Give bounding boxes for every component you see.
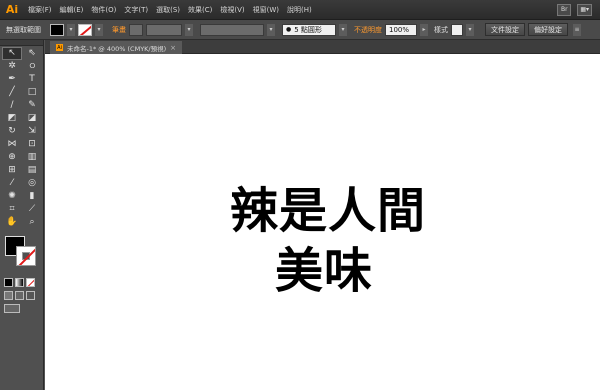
selection-status: 無選取範圍: [6, 25, 41, 34]
pen-tool-icon[interactable]: ✒: [2, 73, 22, 86]
artwork-text-line-1[interactable]: 辣是人間: [230, 187, 426, 235]
menu-file[interactable]: 檔案(F): [24, 5, 56, 15]
menu-help[interactable]: 說明(H): [283, 5, 316, 15]
fill-stroke-widget: [2, 236, 42, 276]
slice-tool-icon[interactable]: ⟋: [22, 203, 42, 216]
screen-mode-row: [0, 302, 43, 315]
brush-dot-icon: ●: [286, 26, 292, 33]
document-tab[interactable]: Ai 未命名-1* @ 400% (CMYK/預視) ×: [50, 41, 183, 54]
control-bar: 無選取範圍 ▾ ▾ 筆畫 ▾ ▾ ● 5 點圓形 ▾ 不透明度 100% ▸ 樣…: [0, 20, 600, 40]
column-graph-icon[interactable]: ▮: [22, 190, 42, 203]
draw-mode-row: [0, 289, 43, 302]
artboard-tool-icon[interactable]: ⌗: [2, 203, 22, 216]
tool-grid: ↖ ⇖ ✲ ഠ ✒ T ╱ □ ∕ ✎ ◩ ◪ ↻ ⇲ ⋈ ⊡ ⊕ ▥ ⊞ ▤ …: [0, 46, 43, 230]
opacity-label[interactable]: 不透明度: [354, 25, 382, 35]
stroke-style-dropdown-icon[interactable]: ▾: [185, 23, 193, 36]
menu-type[interactable]: 文字(T): [120, 5, 152, 15]
document-area: Ai 未命名-1* @ 400% (CMYK/預視) × 辣是人間 美味: [45, 40, 600, 390]
stroke-style-field[interactable]: [146, 23, 182, 36]
color-mode-icon[interactable]: [4, 278, 13, 287]
menu-view[interactable]: 檢視(V): [216, 5, 248, 15]
fill-swatch[interactable]: [50, 23, 64, 36]
direct-selection-tool-icon[interactable]: ⇖: [22, 47, 42, 60]
hand-tool-icon[interactable]: ✋: [2, 216, 22, 229]
opacity-value: 100%: [389, 25, 410, 34]
eyedropper-icon[interactable]: ⁄: [2, 177, 22, 190]
document-tab-title: 未命名-1* @ 400% (CMYK/預視): [67, 44, 167, 53]
variable-width-field[interactable]: [200, 23, 264, 36]
draw-inside-icon[interactable]: [26, 291, 35, 300]
perspective-grid-icon[interactable]: ▥: [22, 151, 42, 164]
stroke-label[interactable]: 筆畫: [112, 25, 126, 35]
stroke-swatch[interactable]: [78, 23, 92, 36]
fill-dropdown-icon[interactable]: ▾: [67, 23, 75, 36]
menu-edit[interactable]: 編輯(E): [56, 5, 88, 15]
rotate-tool-icon[interactable]: ↻: [2, 125, 22, 138]
document-setup-button[interactable]: 文件設定: [485, 23, 525, 36]
scale-tool-icon[interactable]: ⇲: [22, 125, 42, 138]
stroke-weight-field[interactable]: [129, 23, 143, 36]
style-swatch[interactable]: [451, 23, 463, 36]
selection-tool-icon[interactable]: ↖: [2, 47, 22, 60]
artwork-text-line-2[interactable]: 美味: [275, 247, 373, 295]
draw-behind-icon[interactable]: [15, 291, 24, 300]
menu-select[interactable]: 選取(S): [152, 5, 184, 15]
none-mode-icon[interactable]: [26, 278, 35, 287]
arrange-documents-icon[interactable]: ▦▾: [577, 3, 592, 16]
control-menu-icon[interactable]: ≡: [573, 23, 581, 36]
lasso-icon[interactable]: ഠ: [22, 60, 42, 73]
zoom-tool-icon[interactable]: ⌕: [22, 216, 42, 229]
draw-normal-icon[interactable]: [4, 291, 13, 300]
color-mode-row: [0, 276, 43, 289]
bridge-button[interactable]: Br: [557, 3, 572, 16]
variable-width-dropdown-icon[interactable]: ▾: [267, 23, 275, 36]
tools-panel: ↖ ⇖ ✲ ഠ ✒ T ╱ □ ∕ ✎ ◩ ◪ ↻ ⇲ ⋈ ⊡ ⊕ ▥ ⊞ ▤ …: [0, 40, 44, 390]
gradient-tool-icon[interactable]: ▤: [22, 164, 42, 177]
shape-builder-icon[interactable]: ⊕: [2, 151, 22, 164]
preferences-button[interactable]: 偏好設定: [528, 23, 568, 36]
close-icon[interactable]: ×: [170, 44, 176, 52]
pencil-icon[interactable]: ✎: [22, 99, 42, 112]
artboard-canvas[interactable]: 辣是人間 美味: [45, 54, 600, 390]
menu-effect[interactable]: 效果(C): [184, 5, 216, 15]
ai-document-icon: Ai: [56, 44, 63, 51]
style-dropdown-icon[interactable]: ▾: [466, 23, 474, 36]
document-tab-bar: Ai 未命名-1* @ 400% (CMYK/預視) ×: [45, 40, 600, 54]
line-segment-icon[interactable]: ╱: [2, 86, 22, 99]
blob-brush-icon[interactable]: ◩: [2, 112, 22, 125]
menu-bar: Ai 檔案(F) 編輯(E) 物件(O) 文字(T) 選取(S) 效果(C) 檢…: [0, 0, 600, 20]
stroke-dropdown-icon[interactable]: ▾: [95, 23, 103, 36]
menu-window[interactable]: 視窗(W): [249, 5, 283, 15]
mesh-tool-icon[interactable]: ⊞: [2, 164, 22, 177]
type-tool-icon[interactable]: T: [22, 73, 42, 86]
stroke-color-box[interactable]: [16, 246, 36, 266]
style-label: 樣式: [434, 25, 448, 34]
screen-mode-icon[interactable]: [4, 304, 20, 313]
paintbrush-icon[interactable]: ∕: [2, 99, 22, 112]
symbol-sprayer-icon[interactable]: ✺: [2, 190, 22, 203]
gradient-mode-icon[interactable]: [15, 278, 24, 287]
brush-dropdown-icon[interactable]: ▾: [339, 23, 347, 36]
app-logo: Ai: [5, 3, 19, 16]
blend-tool-icon[interactable]: ◎: [22, 177, 42, 190]
rectangle-tool-icon[interactable]: □: [22, 86, 42, 99]
brush-field[interactable]: ● 5 點圓形: [282, 23, 336, 36]
magic-wand-icon[interactable]: ✲: [2, 60, 22, 73]
brush-value: 5 點圓形: [294, 25, 322, 34]
width-tool-icon[interactable]: ⋈: [2, 138, 22, 151]
free-transform-icon[interactable]: ⊡: [22, 138, 42, 151]
opacity-field[interactable]: 100%: [385, 23, 417, 36]
menu-object[interactable]: 物件(O): [87, 5, 120, 15]
eraser-icon[interactable]: ◪: [22, 112, 42, 125]
opacity-dropdown-icon[interactable]: ▸: [420, 23, 428, 36]
